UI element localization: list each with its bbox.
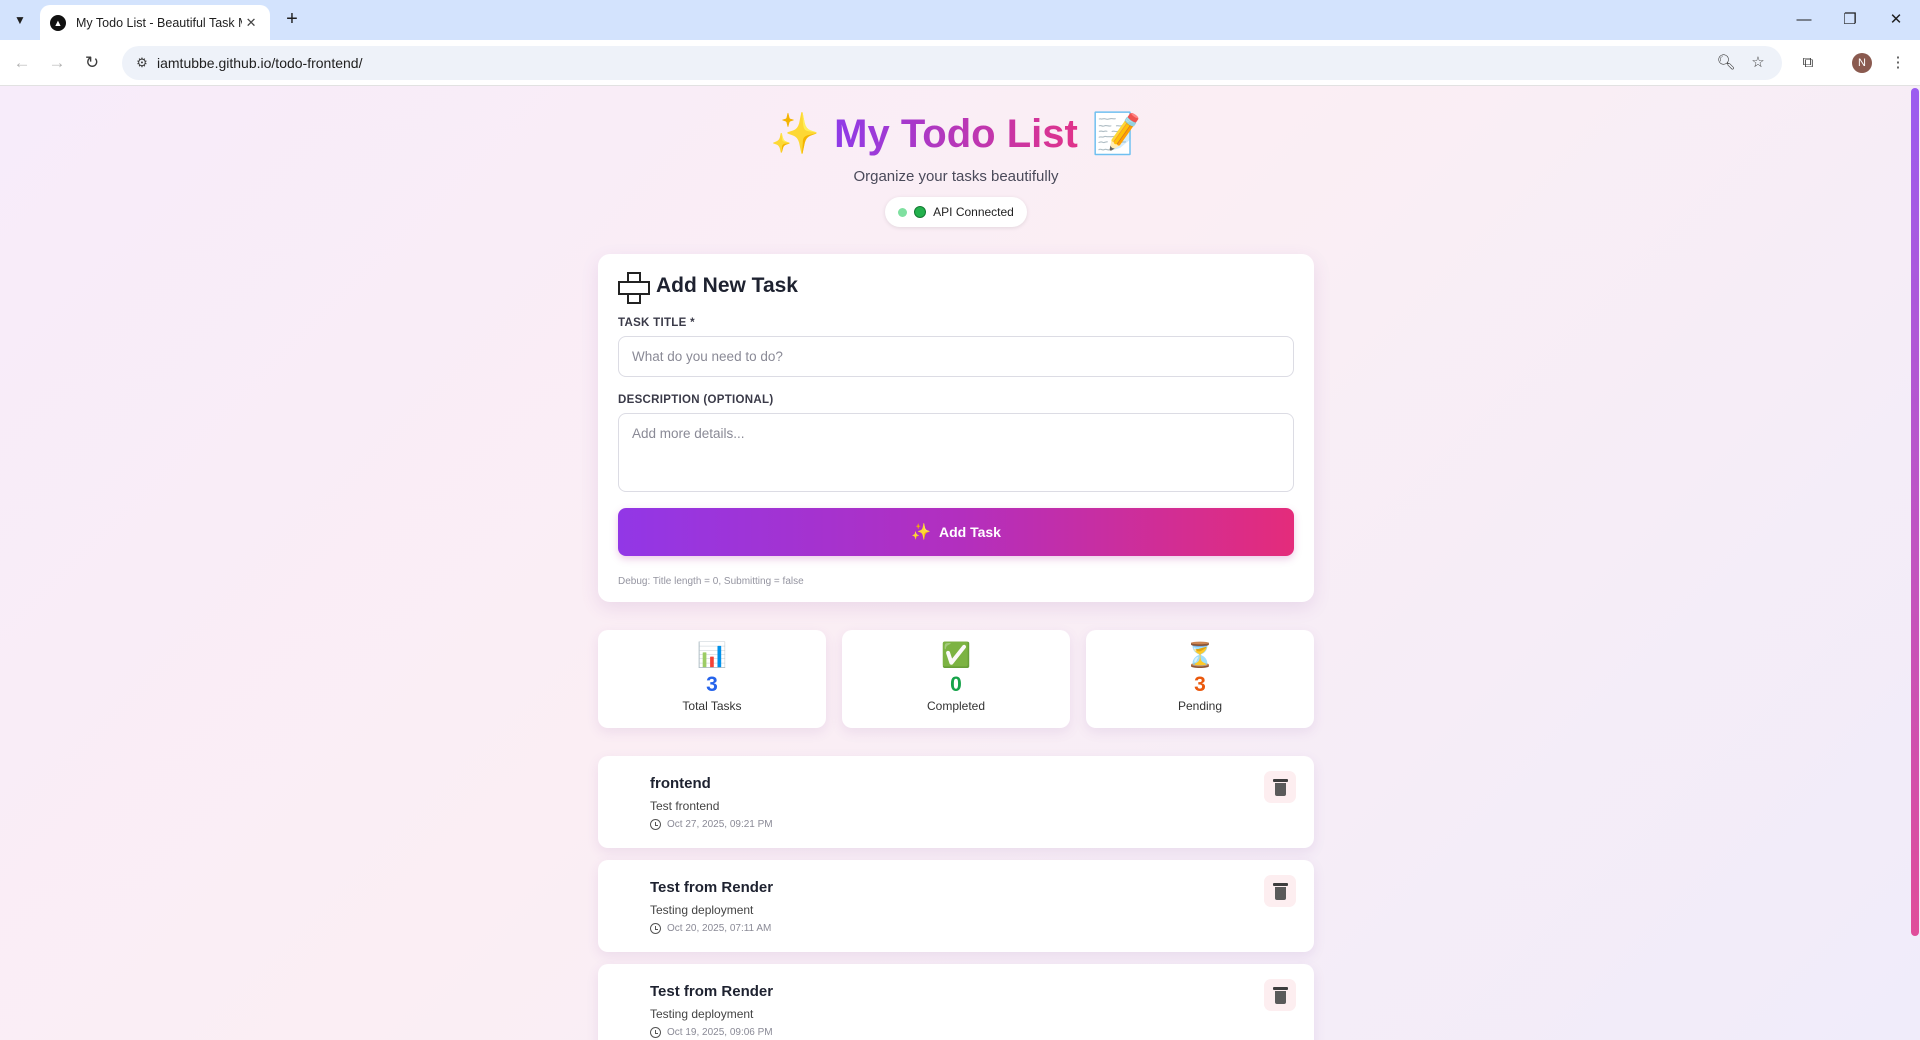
bookmark-star-icon[interactable]: ☆ bbox=[1746, 51, 1770, 75]
stat-completed: ✅ 0 Completed bbox=[842, 630, 1070, 728]
todo-title: Test from Render bbox=[650, 983, 774, 1000]
url-text[interactable]: iamtubbe.github.io/todo-frontend/ bbox=[157, 55, 362, 71]
description-textarea[interactable] bbox=[618, 413, 1294, 492]
app-header: ✨ My Todo List 📝 Organize your tasks bea… bbox=[598, 106, 1314, 227]
api-status-text: API Connected bbox=[933, 205, 1014, 219]
page-scrollbar[interactable] bbox=[1910, 86, 1920, 1040]
task-title-input[interactable] bbox=[618, 336, 1294, 377]
tab-search-chevron-down-icon[interactable]: ▼ bbox=[8, 8, 32, 32]
tab-title: My Todo List - Beautiful Task Manager bbox=[76, 15, 242, 30]
stat-completed-value: 0 bbox=[950, 673, 962, 696]
browser-tabstrip: ▼ ▲ My Todo List - Beautiful Task Manage… bbox=[0, 0, 1920, 40]
page-title: My Todo List bbox=[834, 111, 1078, 156]
back-arrow-icon[interactable]: ← bbox=[10, 51, 34, 75]
plus-icon bbox=[618, 272, 650, 304]
profile-avatar[interactable]: N bbox=[1852, 53, 1872, 73]
sparkles-icon: ✨ bbox=[911, 524, 931, 541]
page-subtitle: Organize your tasks beautifully bbox=[853, 168, 1059, 185]
minimize-window-icon[interactable]: — bbox=[1784, 6, 1824, 34]
todo-title: Test from Render bbox=[650, 879, 774, 896]
add-task-button-label: Add Task bbox=[938, 524, 1001, 540]
todo-item[interactable]: Test from Render Testing deployment Oct … bbox=[598, 964, 1314, 1040]
add-task-card: Add New Task TASK TITLE * DESCRIPTION (O… bbox=[598, 254, 1314, 602]
stat-completed-label: Completed bbox=[926, 699, 986, 713]
browser-tab-active[interactable]: ▲ My Todo List - Beautiful Task Manager … bbox=[40, 5, 270, 40]
todo-date: Oct 20, 2025, 07:11 AM bbox=[667, 923, 772, 934]
memo-icon: 📝 bbox=[1091, 112, 1142, 156]
site-info-icon[interactable]: ⚙ bbox=[130, 51, 154, 75]
stat-total-tasks: 📊 3 Total Tasks bbox=[598, 630, 826, 728]
debug-text: Debug: Title length = 0, Submitting = fa… bbox=[618, 576, 804, 587]
extensions-puzzle-icon[interactable]: ⧉ bbox=[1796, 51, 1820, 75]
forward-arrow-icon[interactable]: → bbox=[45, 51, 69, 75]
todo-description: Testing deployment bbox=[650, 1007, 754, 1021]
check-mark-icon: ✅ bbox=[941, 642, 971, 669]
clock-icon bbox=[650, 923, 661, 934]
todo-title: frontend bbox=[650, 775, 711, 792]
stat-pending-value: 3 bbox=[1194, 673, 1206, 696]
add-task-heading: Add New Task bbox=[618, 272, 798, 304]
new-tab-plus-icon[interactable]: + bbox=[280, 8, 304, 32]
browser-toolbar: ← → ↻ ⚙ iamtubbe.github.io/todo-frontend… bbox=[0, 40, 1920, 86]
title-row: ✨ My Todo List 📝 bbox=[598, 106, 1314, 162]
stat-pending: ⏳ 3 Pending bbox=[1086, 630, 1314, 728]
reload-icon[interactable]: ↻ bbox=[80, 51, 104, 75]
status-pulse-dot-icon bbox=[898, 207, 908, 217]
todo-timestamp: Oct 27, 2025, 09:21 PM bbox=[650, 819, 773, 830]
todo-item[interactable]: Test from Render Testing deployment Oct … bbox=[598, 860, 1314, 952]
todo-description: Test frontend bbox=[650, 799, 720, 813]
tab-close-icon[interactable]: ✕ bbox=[242, 15, 260, 31]
restore-window-icon[interactable]: ❐ bbox=[1830, 6, 1870, 34]
add-task-title: Add New Task bbox=[656, 274, 798, 297]
todo-date: Oct 19, 2025, 09:06 PM bbox=[667, 1027, 773, 1038]
trash-icon bbox=[1272, 882, 1288, 900]
page-viewport: ✨ My Todo List 📝 Organize your tasks bea… bbox=[0, 86, 1920, 1040]
trash-icon bbox=[1272, 986, 1288, 1004]
green-circle-icon bbox=[914, 206, 927, 218]
close-window-icon[interactable]: ✕ bbox=[1876, 6, 1916, 34]
clock-icon bbox=[650, 1027, 661, 1038]
clock-icon bbox=[650, 819, 661, 830]
todo-item[interactable]: frontend Test frontend Oct 27, 2025, 09:… bbox=[598, 756, 1314, 848]
address-bar[interactable]: ⚙ iamtubbe.github.io/todo-frontend/ 🔍︎ ☆ bbox=[122, 46, 1782, 80]
hourglass-icon: ⏳ bbox=[1185, 642, 1215, 669]
bar-chart-icon: 📊 bbox=[697, 642, 727, 669]
task-title-label: TASK TITLE * bbox=[618, 317, 695, 329]
sparkles-icon: ✨ bbox=[770, 112, 821, 156]
description-label: DESCRIPTION (OPTIONAL) bbox=[618, 394, 774, 406]
stat-pending-label: Pending bbox=[1177, 699, 1223, 713]
add-task-button[interactable]: ✨ Add Task bbox=[618, 508, 1294, 556]
todo-date: Oct 27, 2025, 09:21 PM bbox=[667, 819, 773, 830]
favicon-icon: ▲ bbox=[50, 14, 66, 31]
delete-todo-button[interactable] bbox=[1264, 979, 1296, 1011]
api-status-badge: API Connected bbox=[885, 197, 1027, 227]
delete-todo-button[interactable] bbox=[1264, 875, 1296, 907]
delete-todo-button[interactable] bbox=[1264, 771, 1296, 803]
stat-total-label: Total Tasks bbox=[682, 699, 742, 713]
todo-description: Testing deployment bbox=[650, 903, 754, 917]
zoom-magnifier-icon[interactable]: 🔍︎ bbox=[1714, 51, 1738, 75]
scrollbar-thumb[interactable] bbox=[1911, 88, 1919, 936]
todo-timestamp: Oct 19, 2025, 09:06 PM bbox=[650, 1027, 773, 1038]
trash-icon bbox=[1272, 778, 1288, 796]
browser-menu-kebab-icon[interactable]: ⋮ bbox=[1886, 51, 1910, 75]
stat-total-value: 3 bbox=[706, 673, 718, 696]
todo-timestamp: Oct 20, 2025, 07:11 AM bbox=[650, 923, 771, 934]
